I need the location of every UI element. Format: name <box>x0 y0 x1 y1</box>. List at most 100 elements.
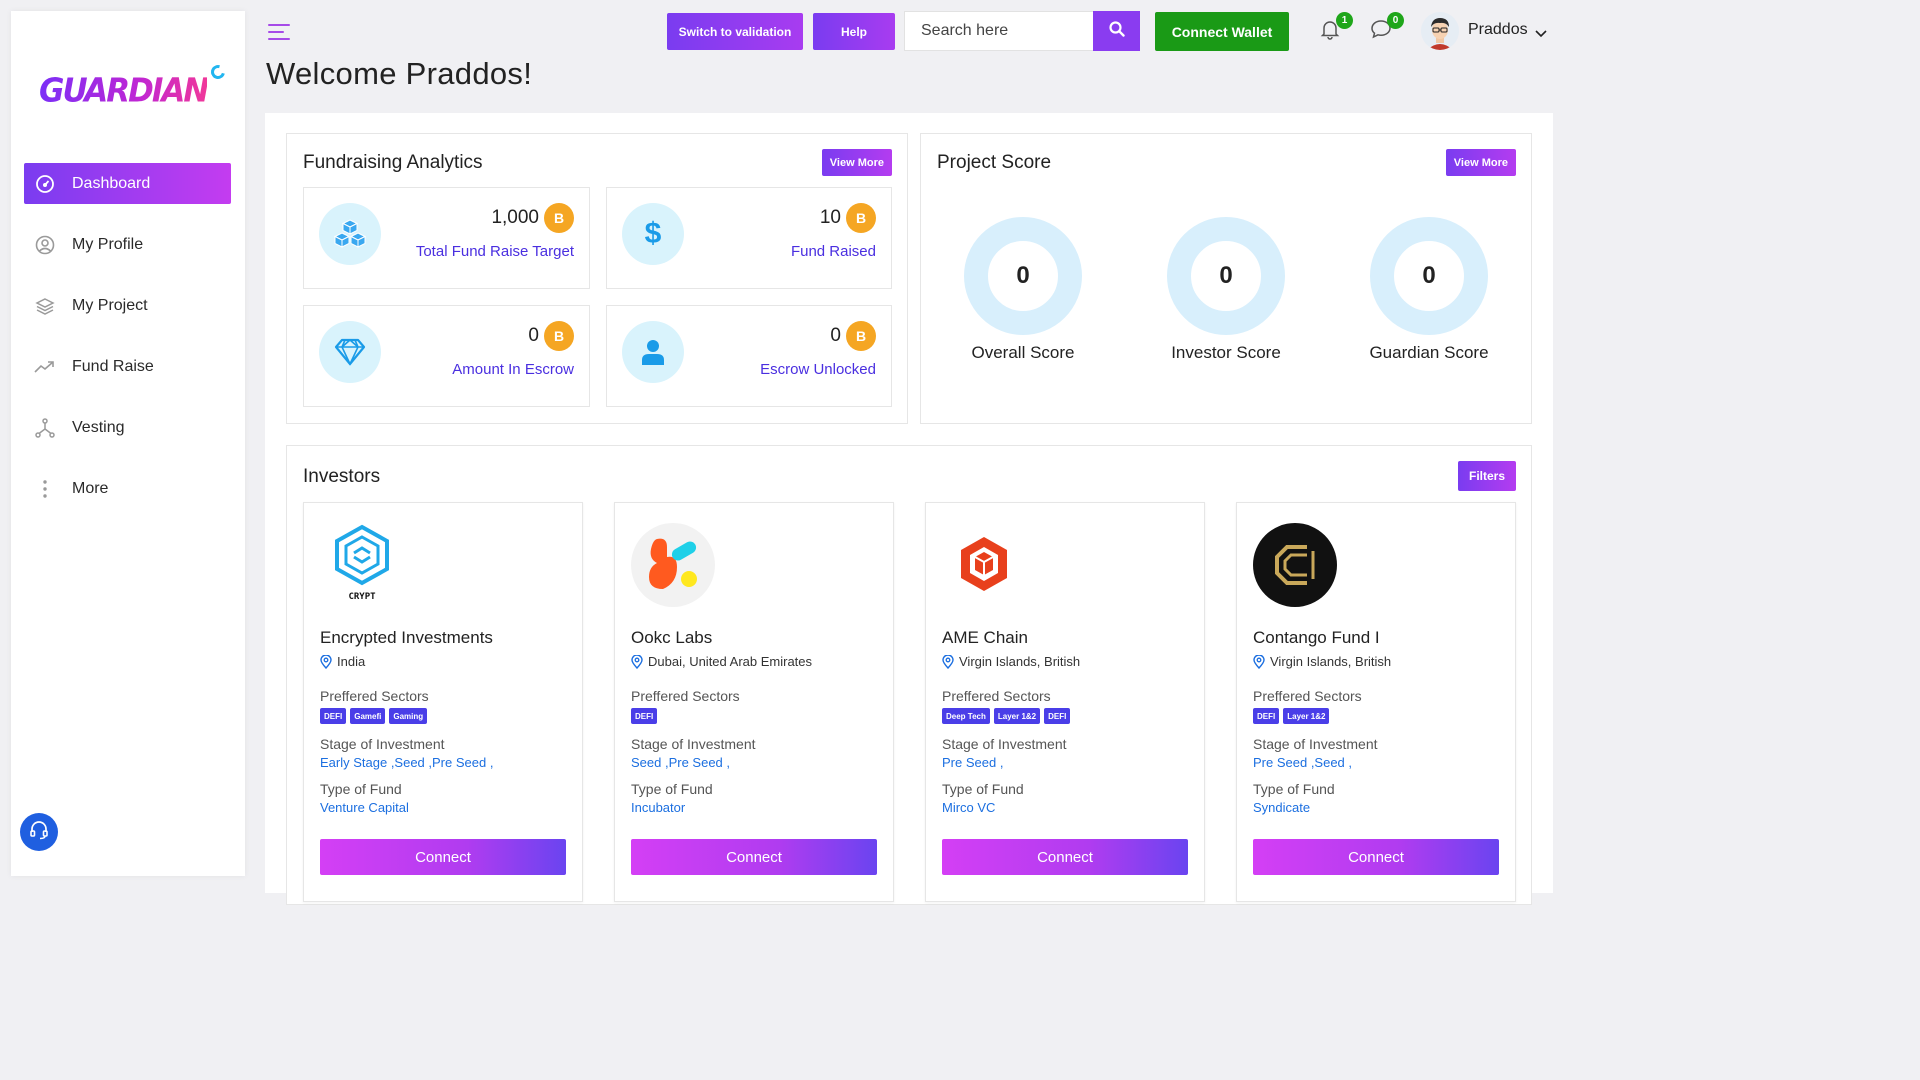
dashboard-gauge-icon <box>34 173 56 195</box>
ookc-labs-logo-icon <box>631 523 715 607</box>
layers-icon <box>34 295 56 317</box>
sector-tag: DEFI <box>320 708 347 724</box>
connect-button[interactable]: Connect <box>631 839 877 875</box>
coin-icon: B <box>544 203 574 233</box>
page-title: Welcome Praddos! <box>266 56 533 91</box>
contango-logo-icon <box>1253 523 1337 607</box>
sidebar-item-my-project[interactable]: My Project <box>24 285 231 326</box>
cubes-icon <box>319 203 381 265</box>
stat-label: Amount In Escrow <box>452 361 574 378</box>
search-icon <box>1108 20 1125 42</box>
stat-escrow-unlocked: 0 B Escrow Unlocked <box>606 305 892 407</box>
sidebar: GUARDIAN Dashboard My Profile My Project <box>11 11 245 876</box>
dollar-icon: $ <box>622 203 684 265</box>
guardian-logo[interactable]: GUARDIAN <box>39 62 228 121</box>
investors-title: Investors <box>303 466 381 487</box>
stat-value: 0 <box>528 325 539 346</box>
investor-card: Contango Fund I Virgin Islands, British … <box>1236 502 1516 902</box>
connect-button[interactable]: Connect <box>320 839 566 875</box>
fundraising-analytics-title: Fundraising Analytics <box>303 152 483 173</box>
messages-button[interactable]: 0 <box>1368 12 1404 44</box>
switch-to-validation-button[interactable]: Switch to validation <box>667 13 803 50</box>
branch-icon <box>34 417 56 439</box>
connect-wallet-button[interactable]: Connect Wallet <box>1155 12 1289 51</box>
investor-card: Ookc Labs Dubai, United Arab Emirates Pr… <box>614 502 894 902</box>
search-bar <box>904 11 1140 51</box>
score-label: Guardian Score <box>1369 343 1489 362</box>
sidebar-item-label: My Project <box>72 296 148 314</box>
location-text: Virgin Islands, British <box>959 654 1081 669</box>
stage-value: Seed ,Pre Seed , <box>631 755 731 770</box>
investor-name: Ookc Labs <box>631 628 713 647</box>
stat-value: 1,000 <box>491 207 539 228</box>
score-label: Overall Score <box>971 343 1075 362</box>
hamburger-menu-icon[interactable] <box>268 24 290 40</box>
investor-location: Virgin Islands, British <box>942 654 1080 669</box>
location-text: Dubai, United Arab Emirates <box>648 654 813 669</box>
fund-type-value: Mirco VC <box>942 800 996 815</box>
investor-card: AME Chain Virgin Islands, British Preffe… <box>925 502 1205 902</box>
sector-tag: DEFI <box>1044 708 1071 724</box>
search-button[interactable] <box>1093 11 1140 51</box>
sidebar-item-fund-raise[interactable]: Fund Raise <box>24 346 231 387</box>
crypt-logo-text: CRYPT <box>348 592 376 602</box>
sidebar-item-more[interactable]: More <box>24 468 231 509</box>
stat-value: 0 <box>830 325 841 346</box>
notifications-button[interactable]: 1 <box>1317 12 1353 44</box>
sector-tag: DEFI <box>631 708 658 724</box>
stage-label: Stage of Investment <box>942 736 1067 752</box>
sectors-label: Preffered Sectors <box>1253 688 1362 704</box>
score-ring: 0 <box>964 217 1082 335</box>
chevron-down-icon[interactable] <box>1535 25 1547 43</box>
ame-chain-logo-icon <box>942 523 1026 607</box>
score-ring: 0 <box>1167 217 1285 335</box>
avatar[interactable] <box>1421 12 1459 50</box>
sidebar-item-label: Vesting <box>72 418 125 436</box>
stage-label: Stage of Investment <box>320 736 445 752</box>
notifications-badge: 1 <box>1336 12 1353 29</box>
help-button[interactable]: Help <box>813 13 895 50</box>
investor-name: Contango Fund I <box>1253 628 1380 647</box>
stat-label: Total Fund Raise Target <box>415 243 574 260</box>
sector-tag: Layer 1&2 <box>993 708 1041 724</box>
sectors-label: Preffered Sectors <box>631 688 740 704</box>
sector-tags: DEFI Gamefi Gaming <box>320 708 428 724</box>
sidebar-item-vesting[interactable]: Vesting <box>24 407 231 448</box>
investor-location: India <box>320 654 365 669</box>
main-panel: Fundraising Analytics View More 1,000 B … <box>265 113 1553 905</box>
connect-button[interactable]: Connect <box>942 839 1188 875</box>
coin-icon: B <box>846 321 876 351</box>
investor-name: Encrypted Investments <box>320 628 493 647</box>
sidebar-item-label: Dashboard <box>72 174 151 192</box>
project-score-card: Project Score View More 0 Overall Score … <box>920 133 1532 424</box>
filters-button[interactable]: Filters <box>1458 461 1516 491</box>
stat-amount-in-escrow: 0 B Amount In Escrow <box>303 305 590 407</box>
stat-label: Escrow Unlocked <box>760 361 876 378</box>
messages-badge: 0 <box>1387 12 1404 29</box>
sidebar-item-my-profile[interactable]: My Profile <box>24 224 231 265</box>
search-input[interactable] <box>904 11 1093 51</box>
sector-tag: Deep Tech <box>942 708 990 724</box>
stage-label: Stage of Investment <box>1253 736 1378 752</box>
investor-score: 0 Investor Score <box>1146 217 1306 363</box>
logo-text: GUARDIAN <box>39 72 209 110</box>
fundraising-view-more-button[interactable]: View More <box>821 149 892 176</box>
sidebar-item-dashboard[interactable]: Dashboard <box>24 163 231 204</box>
stage-value: Pre Seed , <box>942 755 1004 770</box>
sector-tag: Gaming <box>389 708 428 724</box>
sectors-label: Preffered Sectors <box>942 688 1051 704</box>
user-icon <box>622 321 684 383</box>
support-button[interactable] <box>20 813 58 851</box>
investor-location: Virgin Islands, British <box>1253 654 1391 669</box>
connect-button[interactable]: Connect <box>1253 839 1499 875</box>
user-name[interactable]: Praddos <box>1468 21 1528 39</box>
stat-value: 10 <box>819 207 841 228</box>
stat-fund-raised: $ 10 B Fund Raised <box>606 187 892 289</box>
fund-type-label: Type of Fund <box>942 781 1024 797</box>
project-score-view-more-button[interactable]: View More <box>1445 149 1516 176</box>
logo-swoosh-icon <box>208 62 228 82</box>
location-pin-icon <box>942 654 954 669</box>
sector-tag: Layer 1&2 <box>1283 708 1330 724</box>
user-circle-icon <box>34 234 56 256</box>
investor-location: Dubai, United Arab Emirates <box>631 654 812 669</box>
